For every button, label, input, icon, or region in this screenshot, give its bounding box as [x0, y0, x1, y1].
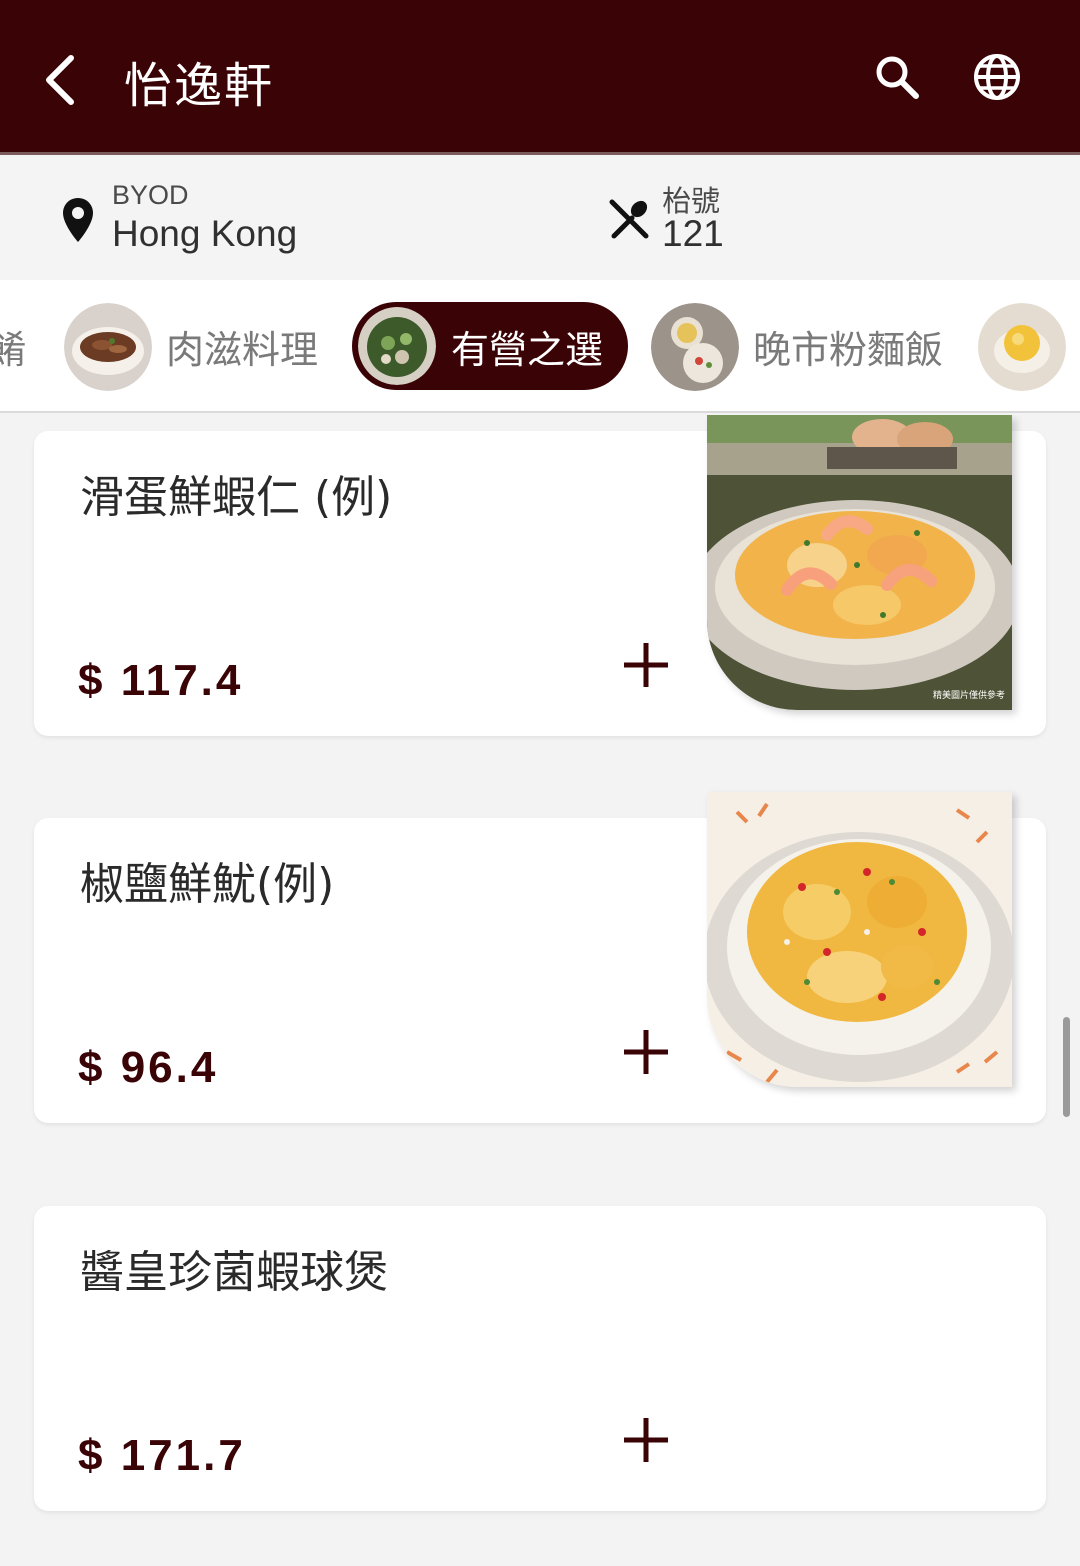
dish-name: 醬皇珍菌蝦球煲 — [80, 1247, 388, 1298]
category-thumbnail — [978, 302, 1066, 391]
store-name: Hong Kong — [112, 213, 298, 254]
header-bar: 怡逸軒 — [0, 0, 1080, 155]
category-thumbnail — [64, 302, 152, 391]
category-thumbnail — [355, 304, 439, 388]
cutlery-icon — [609, 199, 649, 239]
store-label: BYOD — [112, 180, 189, 210]
dish-photo — [707, 792, 1012, 1087]
category-tabs: 餚 肉滋料理 — [0, 280, 1080, 413]
category-tab-dessert[interactable] — [978, 280, 1066, 411]
scrollbar[interactable] — [1063, 1017, 1070, 1117]
language-button[interactable] — [966, 46, 1028, 108]
back-button[interactable] — [30, 45, 90, 115]
dish-card[interactable]: 椒鹽鮮魷(例) $ 96.4 — [34, 792, 1046, 1123]
category-label: 晚市粉麵飯 — [753, 328, 944, 372]
photo-disclaimer: 精美圖片僅供參考 — [933, 689, 1005, 701]
category-tab-meat[interactable]: 肉滋料理 — [64, 280, 319, 411]
back-arrow-icon — [46, 55, 74, 105]
category-thumbnail — [651, 302, 739, 391]
category-tab-noodles[interactable]: 晚市粉麵飯 — [651, 280, 944, 411]
dish-list: 滑蛋鮮蝦仁 (例) $ 117.4 精美圖片僅供參考 椒鹽鮮魷(例) $ 96.… — [0, 415, 1080, 1566]
category-label: 有營之選 — [451, 327, 604, 372]
app-root: 怡逸軒 BYOD Hong Kong 枱號 121 肉滋料理 有營之選 晚市粉麵… — [0, 0, 1080, 1566]
dish-card[interactable]: 滑蛋鮮蝦仁 (例) $ 117.4 精美圖片僅供參考 — [34, 415, 1046, 736]
add-to-cart-button[interactable] — [622, 1028, 670, 1076]
globe-icon — [974, 54, 1020, 100]
table-number: 121 — [662, 213, 724, 254]
category-label: 餚 — [0, 319, 26, 374]
search-button[interactable] — [866, 46, 928, 108]
search-icon — [876, 56, 919, 99]
dish-name: 滑蛋鮮蝦仁 (例) — [80, 472, 393, 523]
order-info-bar: BYOD Hong Kong 枱號 121 — [0, 158, 1080, 280]
dish-price: $ 117.4 — [78, 656, 244, 705]
dish-photo: 精美圖片僅供參考 — [707, 415, 1012, 710]
add-to-cart-button[interactable] — [622, 641, 670, 689]
category-tab-healthy-active[interactable]: 有營之選 — [352, 302, 628, 390]
category-label: 肉滋料理 — [166, 328, 319, 372]
location-pin-icon — [63, 198, 93, 242]
dish-price: $ 96.4 — [78, 1043, 219, 1092]
page-title: 怡逸軒 — [124, 58, 275, 114]
dish-price: $ 171.7 — [78, 1431, 246, 1480]
add-to-cart-button[interactable] — [622, 1416, 670, 1464]
category-tab-partial[interactable]: 餚 — [0, 280, 26, 411]
dish-name: 椒鹽鮮魷(例) — [80, 859, 335, 910]
dish-card[interactable]: 醬皇珍菌蝦球煲 $ 171.7 — [34, 1206, 1046, 1511]
